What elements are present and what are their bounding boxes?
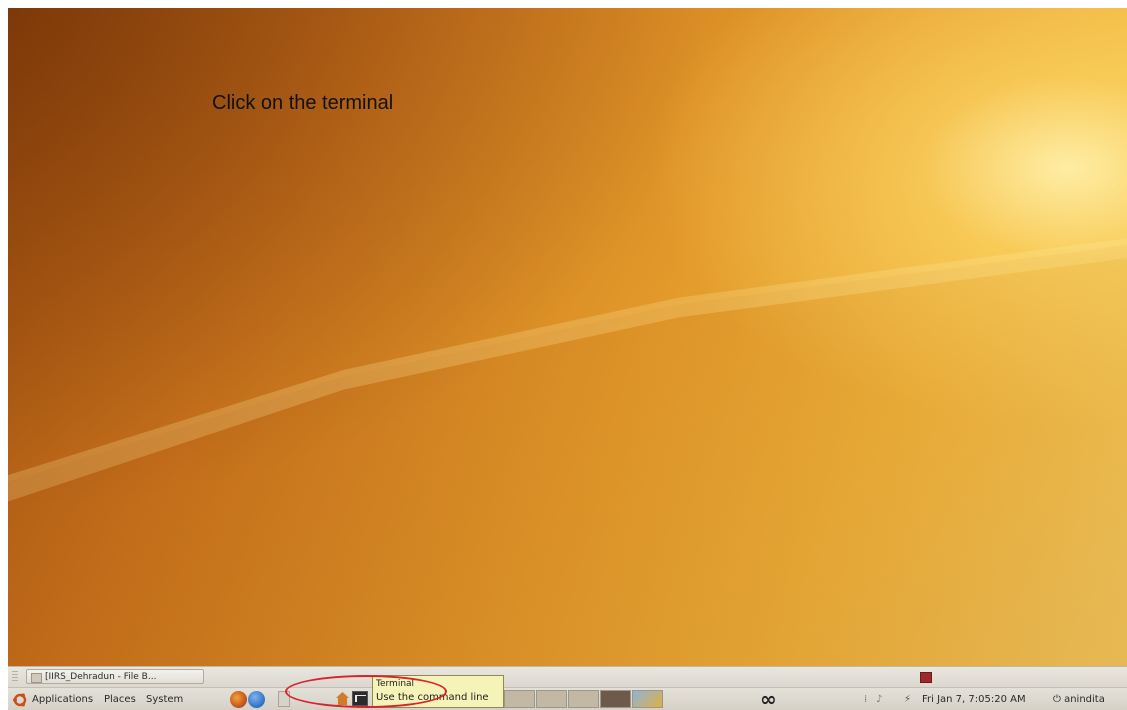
user-name: anindita — [1064, 694, 1105, 705]
infinity-applet[interactable]: ∞ — [760, 688, 777, 710]
workspace-3[interactable] — [568, 690, 599, 708]
tray-status-icon[interactable] — [920, 672, 932, 683]
menu-system[interactable]: System — [146, 688, 183, 710]
menu-applications[interactable]: Applications — [32, 688, 93, 710]
workspace-2[interactable] — [536, 690, 567, 708]
clock[interactable]: Fri Jan 7, 7:05:20 AM — [922, 688, 1026, 710]
desktop-wallpaper[interactable]: Click on the terminal — [8, 8, 1127, 666]
folder-icon — [31, 673, 42, 683]
instruction-caption: Click on the terminal — [212, 92, 394, 114]
volume-icon[interactable]: ♪ — [876, 688, 882, 710]
user-menu[interactable]: ⏻ anindita — [1053, 688, 1105, 710]
window-button-file-browser[interactable]: [IIRS_Dehradun - File B... — [26, 669, 204, 684]
window-list-panel: [IIRS_Dehradun - File B... — [8, 666, 1127, 687]
tray-separator-icon: ⁞ — [864, 694, 868, 705]
window-button-label: [IIRS_Dehradun - File B... — [45, 672, 157, 682]
ubuntu-logo-icon[interactable] — [12, 692, 28, 708]
menu-places[interactable]: Places — [104, 688, 136, 710]
power-icon: ⏻ — [1053, 694, 1065, 705]
panel-handle[interactable] — [12, 671, 18, 683]
highlight-annotation — [285, 675, 447, 708]
network-icon[interactable]: ⚡ — [904, 688, 911, 710]
trash-icon[interactable] — [632, 690, 663, 708]
main-panel: Applications Places System Terminal Use … — [8, 675, 1127, 710]
firefox-launcher-icon[interactable] — [230, 691, 247, 708]
workspace-1[interactable] — [504, 690, 535, 708]
workspace-4-active[interactable] — [600, 690, 631, 708]
wallpaper-shadow — [8, 8, 1127, 666]
screen: Click on the terminal [IIRS_Dehradun - F… — [8, 8, 1127, 710]
help-launcher-icon[interactable] — [248, 691, 265, 708]
